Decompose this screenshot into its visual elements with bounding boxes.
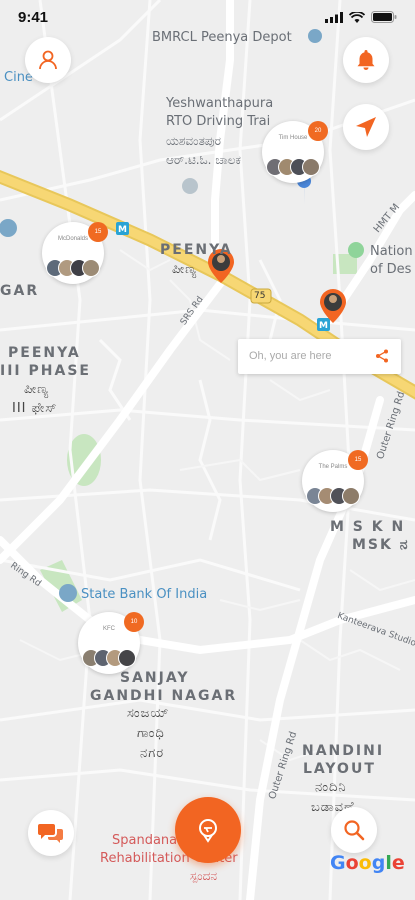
bell-icon [357,50,375,70]
location-pin-icon [199,819,217,843]
poi-marker-nation [348,242,364,258]
svg-text:M: M [118,225,127,235]
area-label-nandini-2: LAYOUT [303,761,376,777]
poi-label-nation-2: of Des [370,262,412,277]
cluster-count-badge: 10 [124,612,144,632]
poi-label-rto-kn-2: ಆರ್.ಟಿ.ಓ. ಚಾಲಕ [166,153,241,167]
avatar [118,649,136,667]
svg-text:M: M [319,321,328,331]
area-label-nandini-1: NANDINI [302,743,385,759]
chat-button[interactable] [28,810,74,856]
area-label-sanjay-kn-3: ನಗರ [140,746,165,761]
place-cluster[interactable]: KFC 10 [78,612,144,674]
search-icon [344,820,365,841]
battery-icon [371,11,397,23]
status-bar: 9:41 [0,0,415,34]
poi-marker-sbi [59,584,77,602]
center-location-button[interactable] [175,797,241,863]
area-label-gar: GAR [0,283,40,299]
search-button[interactable] [331,807,377,853]
poi-label-rto-1: Yeshwanthapura [166,96,274,111]
google-wordmark: Google [330,852,405,874]
area-label-peenya3-kn-1: ಪೀಣ್ಯ [24,382,50,397]
chat-bubbles-icon [38,824,63,843]
poi-label-nation-1: Nation [370,244,413,259]
person-icon [39,50,57,70]
avatar [82,259,100,277]
place-cluster[interactable]: McDonalds 15 [42,222,108,284]
navigation-arrow-icon [356,117,376,137]
wifi-icon [349,11,365,23]
area-label-peenya3-2: III PHASE [0,363,91,379]
poi-label-sbi: State Bank Of India [81,587,208,602]
poi-label-spandana-kn: ಸ್ಪಂದನ [190,869,218,883]
you-are-here-card[interactable]: Oh, you are here [238,339,401,374]
place-cluster[interactable]: Tim House 20 [262,121,328,183]
place-cluster[interactable]: The Palms 15 [302,450,368,512]
poi-label-spandana-1: Spandana [112,833,178,848]
you-are-here-text: Oh, you are here [249,350,332,362]
share-icon[interactable] [375,349,389,363]
poi-marker-rto [182,178,198,194]
cluster-count-badge: 15 [88,222,108,242]
navigate-button[interactable] [343,104,389,150]
profile-button[interactable] [25,37,71,83]
avatar [342,487,360,505]
area-label-nandini-kn-1: ನಂದಿನಿ [315,780,347,795]
notifications-button[interactable] [343,37,389,83]
area-label-sanjay-2: GANDHI NAGAR [90,688,238,704]
avatar [302,158,320,176]
highway-number: 75 [254,291,266,301]
area-label-peenya3-1: PEENYA [8,345,81,361]
cluster-count-badge: 20 [308,121,328,141]
status-time: 9:41 [18,9,49,26]
area-label-msk-2: MSK ನ [352,537,410,553]
poi-label-rto-2: RTO Driving Trai [166,114,271,129]
google-logo: Google [330,849,410,880]
area-label-sanjay-1: SANJAY [120,670,190,686]
area-label-peenya3-kn-2: III ಫೇಸ್ [12,401,58,416]
area-label-peenya-kn: ಪೀಣ್ಯ [172,262,198,277]
area-label-sanjay-kn-1: ಸಂಜಯ್ [127,706,170,721]
cluster-count-badge: 15 [348,450,368,470]
area-label-msk-1: M S K N [330,519,406,535]
svg-text:Google: Google [330,852,405,874]
signal-icon [325,11,343,23]
poi-label-rto-kn-1: ಯಶವಂತಪುರ [166,134,221,148]
area-label-sanjay-kn-2: ಗಾಂಧಿ [137,726,165,741]
area-label-peenya: PEENYA [160,242,233,258]
